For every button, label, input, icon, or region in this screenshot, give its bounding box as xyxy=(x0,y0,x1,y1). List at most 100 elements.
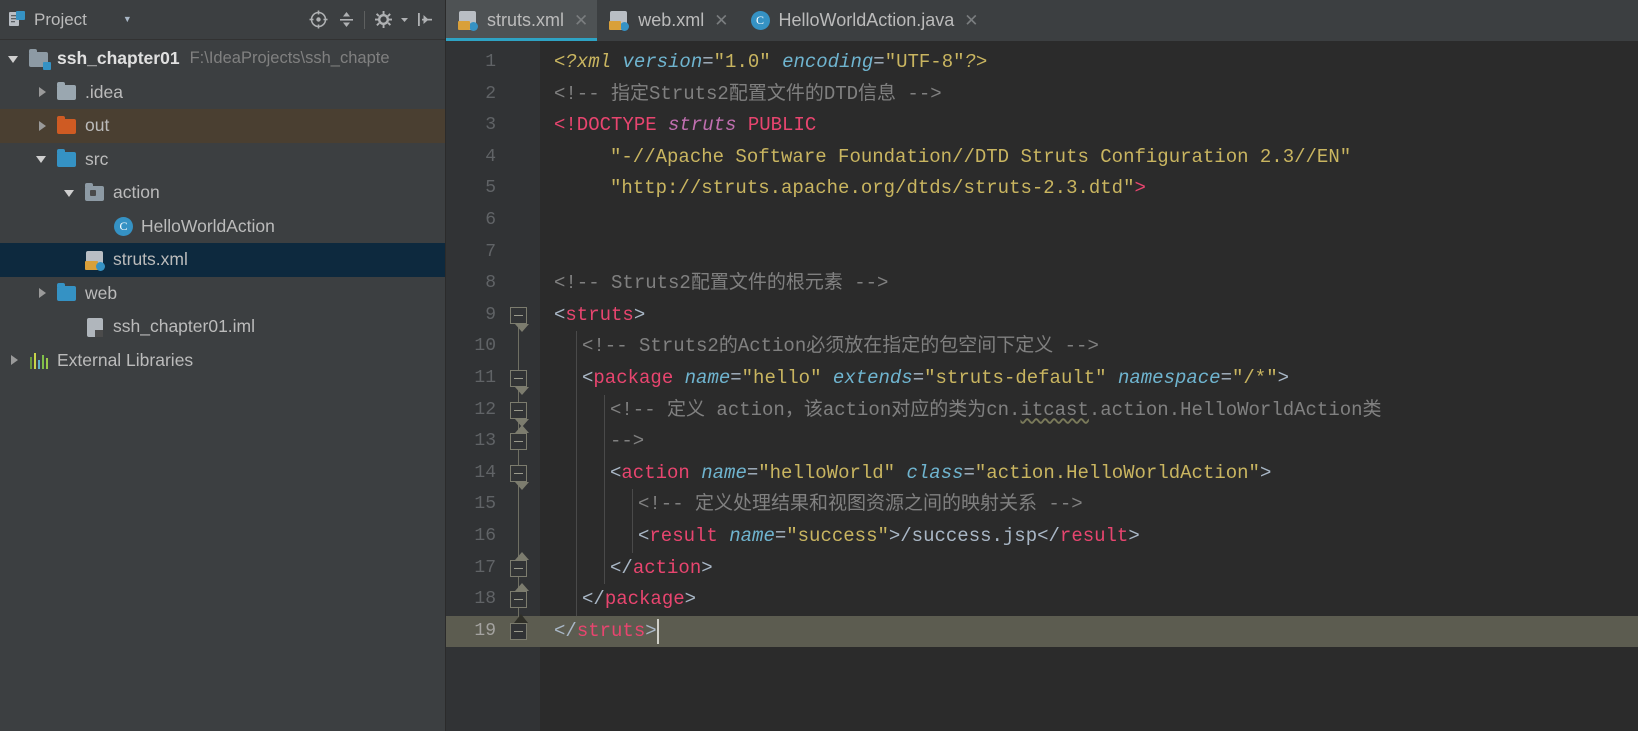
iml-file-icon xyxy=(84,317,106,337)
tree-item-external-libraries[interactable]: External Libraries xyxy=(0,344,445,378)
chevron-right-icon[interactable] xyxy=(36,286,50,300)
module-folder-icon xyxy=(28,48,51,70)
fold-marker[interactable] xyxy=(510,370,529,395)
code-line[interactable]: <!DOCTYPE struts PUBLIC xyxy=(540,110,1638,142)
chevron-right-icon[interactable] xyxy=(36,119,50,133)
code-line[interactable]: </struts> xyxy=(540,615,1638,648)
tree-arrow-placeholder xyxy=(92,219,106,233)
chevron-right-icon[interactable] xyxy=(8,353,22,367)
code-editor[interactable]: 1 2 3 4 5 6 7 8 9 10 11 12 13 14 15 16 17 18 19 <?xml vers… xyxy=(446,41,1638,731)
fold-marker[interactable] xyxy=(510,551,529,577)
libraries-icon xyxy=(28,350,50,370)
code-line[interactable] xyxy=(540,237,1638,269)
tree-arrow-placeholder xyxy=(64,320,78,334)
code-line[interactable]: --> xyxy=(540,426,1638,458)
code-token: struts xyxy=(576,619,646,642)
locate-icon[interactable] xyxy=(306,8,330,32)
code-line[interactable]: <package name="hello" extends="struts-de… xyxy=(540,363,1638,395)
editor-gutter[interactable]: 1 2 3 4 5 6 7 8 9 10 11 12 13 14 15 16 17 18 19 xyxy=(446,41,540,731)
code-token: name xyxy=(729,524,775,547)
settings-chevron-icon[interactable] xyxy=(399,8,409,32)
code-line[interactable] xyxy=(540,205,1638,237)
code-line[interactable]: "-//Apache Software Foundation//DTD Stru… xyxy=(540,142,1638,174)
code-token: /success.jsp xyxy=(900,524,1038,547)
tree-item-src[interactable]: src xyxy=(0,143,445,177)
folder-blue-icon xyxy=(56,283,78,303)
chevron-down-icon[interactable] xyxy=(8,52,22,66)
tree-item-label: External Libraries xyxy=(57,349,194,370)
code-line[interactable]: <result name="success">/success.jsp</res… xyxy=(540,521,1638,553)
tree-item-idea[interactable]: .idea xyxy=(0,76,445,110)
code-line[interactable]: <!-- Struts2的Action必须放在指定的包空间下定义 --> xyxy=(540,331,1638,363)
chevron-down-icon[interactable] xyxy=(64,186,78,200)
code-folding-column[interactable] xyxy=(496,41,540,731)
project-window-icon xyxy=(8,10,27,29)
code-line[interactable]: <action name="helloWorld" class="action.… xyxy=(540,458,1638,490)
code-line[interactable]: <?xml version="1.0" encoding="UTF-8"?> xyxy=(540,47,1638,79)
editor-tab-struts-xml[interactable]: struts.xml ✕ xyxy=(446,0,598,41)
code-token: > xyxy=(633,303,646,326)
code-token: <!-- 定义处理结果和视图资源之间的映射关系 --> xyxy=(638,493,1083,516)
tab-label: struts.xml xyxy=(487,10,565,30)
tree-item-action[interactable]: action xyxy=(0,176,445,210)
tree-item-ssh-chapter01-iml[interactable]: ssh_chapter01.iml xyxy=(0,310,445,344)
text-caret xyxy=(656,618,659,645)
editor-tab-web-xml[interactable]: web.xml ✕ xyxy=(597,0,737,41)
editor-tab-helloworldaction-java[interactable]: C HelloWorldAction.java ✕ xyxy=(738,0,988,41)
code-line[interactable]: <!-- 指定Struts2配置文件的DTD信息 --> xyxy=(540,79,1638,111)
code-line[interactable]: <!-- 定义 action，该action对应的类为cn.itcast.act… xyxy=(540,395,1638,427)
indent-guide xyxy=(576,331,577,616)
tree-item-path: F:\IdeaProjects\ssh_chapte xyxy=(189,49,390,68)
chevron-right-icon[interactable] xyxy=(36,85,50,99)
code-line[interactable]: "http://struts.apache.org/dtds/struts-2.… xyxy=(540,173,1638,205)
code-token: "UTF-8" xyxy=(884,51,965,73)
folder-blue-icon xyxy=(56,149,78,169)
code-line[interactable]: </package> xyxy=(540,584,1638,616)
chevron-down-icon[interactable]: ▼ xyxy=(123,15,132,24)
close-icon[interactable]: ✕ xyxy=(964,12,978,29)
code-token: "-//Apache Software Foundation//DTD Stru… xyxy=(610,145,1352,168)
fold-marker[interactable] xyxy=(510,401,529,427)
code-line[interactable]: <!-- Struts2配置文件的根元素 --> xyxy=(540,268,1638,300)
chevron-down-icon[interactable] xyxy=(36,152,50,166)
project-tree[interactable]: ssh_chapter01 F:\IdeaProjects\ssh_chapte.… xyxy=(0,40,445,731)
code-token: <!-- 指定Struts2配置文件的DTD信息 --> xyxy=(554,82,942,105)
code-token: > xyxy=(888,524,901,547)
code-token: > xyxy=(684,588,697,611)
tree-item-helloworldaction[interactable]: C HelloWorldAction xyxy=(0,210,445,244)
close-icon[interactable]: ✕ xyxy=(714,12,728,29)
settings-icon[interactable] xyxy=(371,8,395,32)
ide-window: Project ▼ ssh_chapter01 F:\IdeaProjects\… xyxy=(0,0,1638,731)
tree-item-ssh-chapter01[interactable]: ssh_chapter01 F:\IdeaProjects\ssh_chapte xyxy=(0,42,445,76)
code-token: "action.HelloWorldAction" xyxy=(974,461,1260,484)
hide-panel-icon[interactable] xyxy=(413,8,437,32)
code-token: <!DOCTYPE xyxy=(554,114,669,137)
code-line[interactable]: <!-- 定义处理结果和视图资源之间的映射关系 --> xyxy=(540,489,1638,521)
code-token: < xyxy=(638,524,650,547)
tree-item-label: ssh_chapter01 xyxy=(57,48,180,69)
tree-item-out[interactable]: out xyxy=(0,109,445,143)
code-line[interactable]: </action> xyxy=(540,553,1638,585)
code-token: < xyxy=(582,366,594,389)
code-token: "success" xyxy=(786,524,889,547)
code-token: = xyxy=(963,461,975,484)
fold-marker[interactable] xyxy=(510,622,527,640)
fold-marker[interactable] xyxy=(510,583,529,609)
tab-label: HelloWorldAction.java xyxy=(778,10,955,30)
fold-marker[interactable] xyxy=(510,464,529,490)
fold-marker[interactable] xyxy=(510,306,529,332)
code-line[interactable]: <struts> xyxy=(540,300,1638,332)
collapse-all-icon[interactable] xyxy=(334,8,358,32)
tree-item-web[interactable]: web xyxy=(0,277,445,311)
code-token: </ xyxy=(1037,524,1060,547)
code-content[interactable]: <?xml version="1.0" encoding="UTF-8"?> <!… xyxy=(540,41,1638,731)
editor-tab-bar[interactable]: struts.xml ✕ web.xml ✕ C HelloWorldAction.jav… xyxy=(446,0,1638,41)
close-icon[interactable]: ✕ xyxy=(574,12,588,29)
fold-marker[interactable] xyxy=(510,425,529,451)
tree-item-struts-xml[interactable]: struts.xml xyxy=(0,243,445,277)
tree-item-label: action xyxy=(113,182,160,203)
